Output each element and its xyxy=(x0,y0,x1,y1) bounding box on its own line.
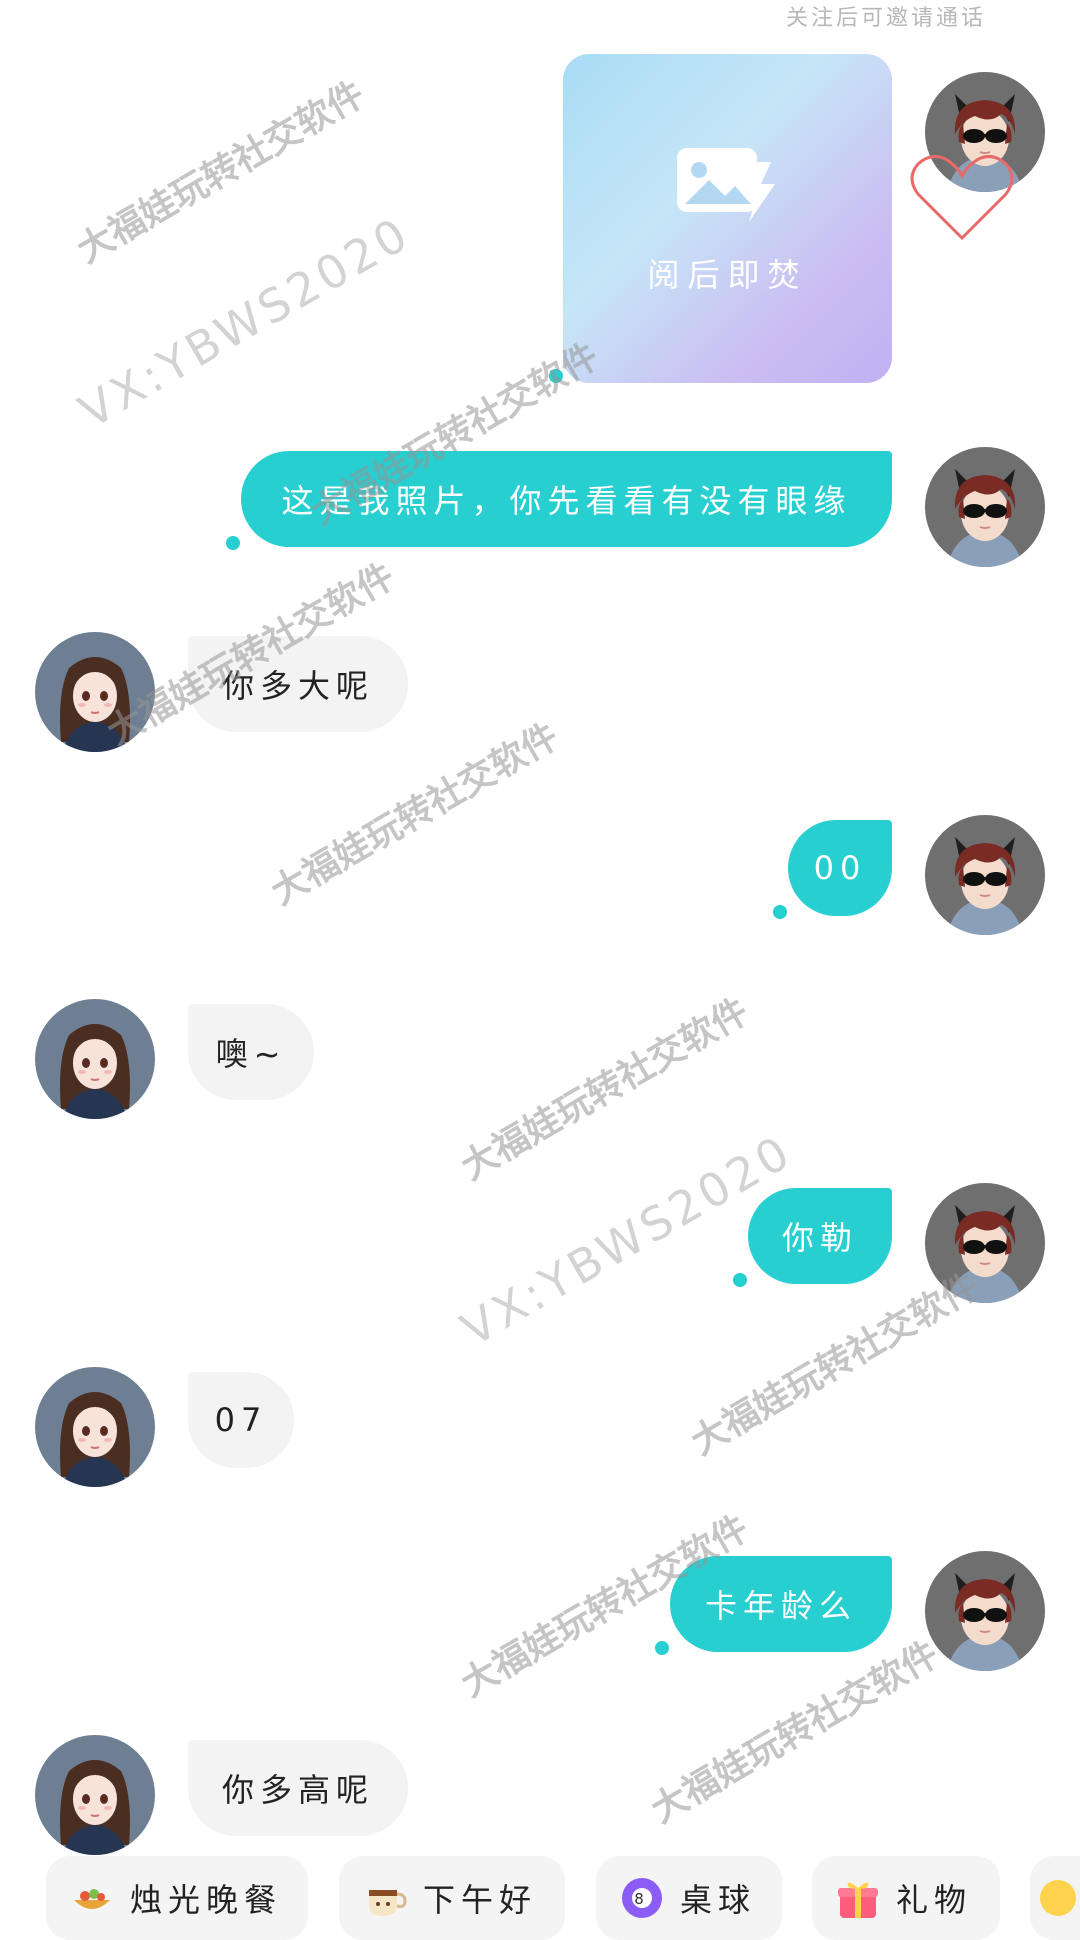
send-status-dot xyxy=(655,1641,669,1655)
my-avatar[interactable] xyxy=(925,815,1045,935)
quick-action-more[interactable] xyxy=(1030,1856,1080,1940)
watermark-text: 大福娃玩转社交软件 xyxy=(684,1265,986,1464)
incoming-message-bubble[interactable]: 07 xyxy=(188,1372,294,1468)
watermark-text: 大福娃玩转社交软件 xyxy=(454,990,756,1189)
my-avatar[interactable] xyxy=(925,1551,1045,1671)
send-status-dot xyxy=(226,536,240,550)
billiard-ball-icon: 8 xyxy=(620,1876,664,1920)
my-avatar[interactable] xyxy=(925,447,1045,567)
send-status-dot xyxy=(773,905,787,919)
follow-to-call-hint: 关注后可邀请通话 xyxy=(786,6,987,31)
watermark-text: 大福娃玩转社交软件 xyxy=(644,1633,946,1832)
quick-action-good-afternoon[interactable]: 下午好 xyxy=(339,1856,565,1940)
send-status-dot xyxy=(733,1273,747,1287)
quick-action-billiards[interactable]: 8 桌球 xyxy=(596,1856,782,1940)
outgoing-message-bubble[interactable]: 你勒 xyxy=(748,1188,892,1284)
burn-after-reading-label: 阅后即焚 xyxy=(647,255,808,294)
quick-action-label: 烛光晚餐 xyxy=(130,1881,283,1919)
coffee-cup-icon xyxy=(363,1876,407,1920)
smiley-icon xyxy=(1036,1876,1076,1920)
contact-avatar[interactable] xyxy=(35,999,155,1119)
candlelight-dinner-icon xyxy=(70,1876,114,1920)
outgoing-message-bubble[interactable]: 00 xyxy=(788,820,892,916)
incoming-message-bubble[interactable]: 你多高呢 xyxy=(188,1740,408,1836)
quick-action-label: 礼物 xyxy=(896,1881,973,1919)
burn-after-reading-photo[interactable]: 阅后即焚 xyxy=(563,54,892,383)
watermark-text: 大福娃玩转社交软件 xyxy=(70,73,372,272)
contact-avatar[interactable] xyxy=(35,1367,155,1487)
quick-action-label: 下午好 xyxy=(423,1881,538,1919)
gift-box-icon xyxy=(836,1876,880,1920)
quick-action-label: 桌球 xyxy=(680,1881,757,1919)
incoming-message-bubble[interactable]: 噢~ xyxy=(188,1004,314,1100)
quick-action-candlelight-dinner[interactable]: 烛光晚餐 xyxy=(46,1856,308,1940)
quick-action-gift[interactable]: 礼物 xyxy=(812,1856,1000,1940)
image-flash-icon xyxy=(673,142,783,232)
svg-text:8: 8 xyxy=(634,1890,650,1908)
contact-avatar[interactable] xyxy=(35,1735,155,1855)
watermark-text: 大福娃玩转社交软件 xyxy=(264,715,566,914)
heart-outline-icon[interactable] xyxy=(906,148,1018,248)
